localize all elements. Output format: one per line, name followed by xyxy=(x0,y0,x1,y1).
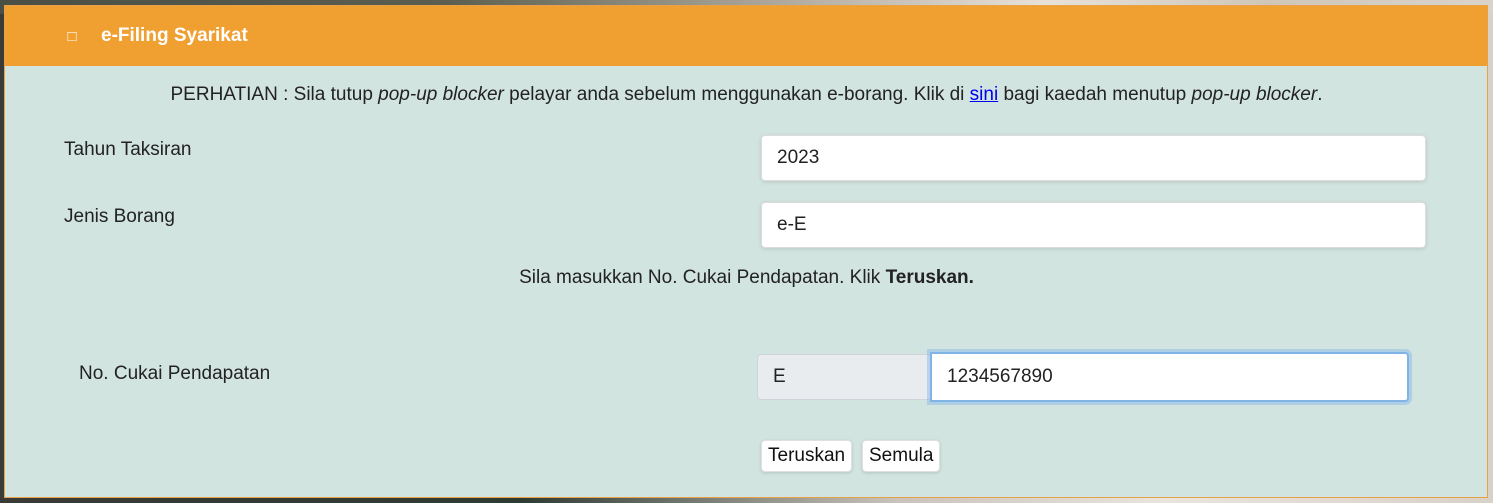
tax-prefix-addon: E xyxy=(757,354,932,400)
notice-middle: pelayar anda sebelum menggunakan e-boran… xyxy=(503,84,970,105)
notice-italic-2: pop-up blocker xyxy=(1191,84,1318,105)
tahun-taksiran-field[interactable]: 2023 xyxy=(761,135,1426,181)
teruskan-button[interactable]: Teruskan xyxy=(761,440,853,472)
notice-link-sini[interactable]: sini xyxy=(970,84,999,105)
semula-button[interactable]: Semula xyxy=(862,440,941,472)
jenis-borang-label: Jenis Borang xyxy=(64,206,175,227)
efiling-panel: □ e-Filing Syarikat xyxy=(4,5,1488,498)
instruction-text: Sila masukkan No. Cukai Pendapatan. Klik… xyxy=(0,267,1493,289)
no-cukai-label: No. Cukai Pendapatan xyxy=(79,363,271,384)
popup-blocker-notice: PERHATIAN : Sila tutup pop-up blocker pe… xyxy=(0,84,1493,106)
panel-title: e-Filing Syarikat xyxy=(101,25,248,46)
instruction-main: Sila masukkan No. Cukai Pendapatan. Klik xyxy=(519,267,886,288)
file-icon: □ xyxy=(67,27,77,45)
notice-end: . xyxy=(1317,84,1323,105)
instruction-bold: Teruskan. xyxy=(885,267,974,288)
notice-after-link: bagi kaedah menutup xyxy=(998,84,1192,105)
panel-header: □ e-Filing Syarikat xyxy=(5,6,1487,66)
tahun-taksiran-label: Tahun Taksiran xyxy=(64,139,192,160)
notice-italic-1: pop-up blocker xyxy=(378,84,504,105)
notice-prefix: PERHATIAN : Sila tutup xyxy=(170,84,379,105)
jenis-borang-field[interactable]: e-E xyxy=(761,202,1426,248)
no-cukai-input[interactable] xyxy=(930,352,1409,402)
